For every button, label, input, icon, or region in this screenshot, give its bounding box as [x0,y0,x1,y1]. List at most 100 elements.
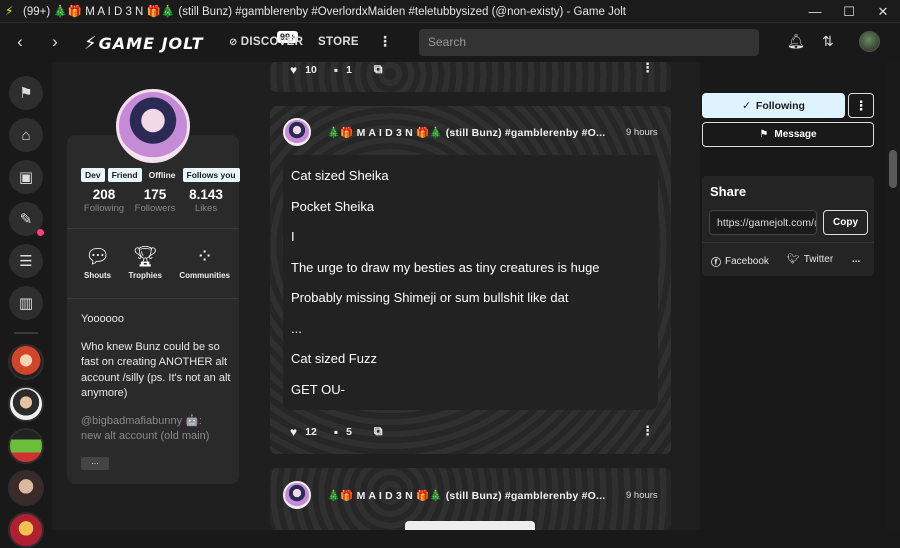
post-2-time[interactable]: 9 hours [626,127,658,138]
post-1-actions: ♥ 10 ▪ 1 ⧉ [290,62,391,77]
community-avatar-1[interactable] [8,344,44,380]
share-icon[interactable]: ⧉ [374,62,383,77]
post-3-author-avatar[interactable] [283,481,311,509]
profile-divider [67,228,239,229]
trophies-button[interactable]: 🏆︎ Trophies [129,244,162,280]
community-avatar-4[interactable] [8,470,44,506]
profile-avatar[interactable] [116,89,190,163]
bio-line-2: Who knew Bunz could be so fast on creati… [81,340,231,400]
copy-button[interactable]: Copy [823,210,868,235]
post-3-time[interactable]: 9 hours [626,490,658,501]
following-label: Following [755,99,805,112]
chat-icon[interactable]: ☰ [9,244,43,278]
share-more-button[interactable]: ... [852,254,860,265]
left-sidebar: ⚑ ⌂ ▣ ✎ ☰ ▥ [0,62,52,548]
communities-button[interactable]: ⁘ Communities [179,244,230,280]
stat-following[interactable]: 208 Following [80,187,128,214]
facebook-icon: ⓕ [711,258,721,269]
activity-icon[interactable]: ⚑ [9,76,43,110]
share-title: Share [710,184,747,199]
trophies-label: Trophies [128,271,162,280]
community-avatar-2[interactable] [8,386,44,422]
shouts-button[interactable]: 💬︎ Shouts [84,244,111,280]
profile-tags: Dev Friend Offline Follows you [81,168,240,182]
community-avatar-3[interactable] [8,428,44,464]
page-scrollbar[interactable] [886,62,900,530]
post-2-header: 🎄🎁 M A I D 3 N 🎁🎄 (still Bunz) #gamblere… [283,118,617,146]
bolt-icon: ⚡ [84,32,97,53]
communities-label: Communities [179,271,230,280]
stat-likes: 8.143 Likes [182,187,230,214]
post-2-line: Cat sized Sheika [291,168,389,183]
backpack-icon[interactable]: ▣ [9,160,43,194]
library-icon[interactable]: ▥ [9,286,43,320]
stat-followers-label: Followers [134,203,176,214]
bio-more-button[interactable]: ... [81,457,109,470]
facebook-label: Facebook [725,256,769,267]
discover-label: DISCOVER [240,36,304,48]
post-2-author-avatar[interactable] [283,118,311,146]
stat-followers[interactable]: 175 Followers [131,187,179,214]
user-avatar[interactable] [859,31,880,52]
stat-followers-count: 175 [143,187,167,202]
store-link[interactable]: STORE [318,36,359,48]
post-3-header: 🎄🎁 M A I D 3 N 🎁🎄 (still Bunz) #gamblere… [283,481,617,509]
profile-actions: 💬︎ Shouts 🏆︎ Trophies ⁘ Communities [84,244,230,280]
follow-more-icon[interactable]: ⋮ [848,93,874,118]
share-icon[interactable]: ⧉ [374,424,383,439]
discover-link[interactable]: ⊘ DISCOVER [229,36,303,48]
post-2-line: Pocket Sheika [291,198,375,214]
post-1-more-icon[interactable]: ⋮ [641,60,654,76]
message-button[interactable]: ⚑ Message [702,122,874,147]
tag-dev: Dev [81,168,105,182]
speech-bubble-icon: 💬︎ [84,246,111,268]
forward-arrow-icon[interactable]: › [45,31,65,53]
bio-mention[interactable]: @bigbadmafiabunny 🤖: [81,414,231,430]
post-2-more-icon[interactable]: ⋮ [641,423,654,439]
communities-icon: ⁘ [196,246,214,268]
shouts-label: Shouts [84,271,112,280]
bio-line-4: new alt account (old main) [81,430,210,442]
message-icon: ⚑ [759,129,769,140]
following-button[interactable]: ✓ Following [702,93,845,118]
minimize-button[interactable]: — [798,0,832,23]
post-2-line: Probably missing Shimeji or sum bullshit… [291,290,569,305]
close-button[interactable]: ✕ [866,0,900,23]
more-menu-icon[interactable]: ⋮ [378,33,392,50]
twitter-share-button[interactable]: 🐦︎ Twitter [787,254,833,265]
post-2-author[interactable]: 🎄🎁 M A I D 3 N 🎁🎄 (still Bunz) #gamblere… [327,126,617,139]
message-label: Message [774,129,817,140]
shop-icon[interactable]: ⌂ [9,118,43,152]
search-input[interactable]: Search [419,29,759,56]
facebook-share-button[interactable]: ⓕ Facebook [711,254,769,269]
back-arrow-icon[interactable]: ‹ [10,31,30,53]
notification-dot [37,229,44,236]
heart-icon[interactable]: ♥ [290,63,297,77]
post-2-line: GET OU- [291,381,345,397]
post-2-line: The urge to draw my besties as tiny crea… [291,259,600,275]
heart-icon[interactable]: ♥ [290,425,297,439]
bio-line-1: Yoooooo [81,313,125,325]
stat-likes-count: 8.143 [189,187,223,202]
post-3-author[interactable]: 🎄🎁 M A I D 3 N 🎁🎄 (still Bunz) #gamblere… [327,489,617,502]
bell-icon[interactable]: 🔔︎ [787,33,805,50]
share-url-input[interactable]: https://gamejolt.com/@non-existy [709,210,817,235]
window-titlebar: ⚡ (99+) 🎄🎁 M A I D 3 N 🎁🎄 (still Bunz) #… [0,0,900,23]
profile-stats: 208 Following 175 Followers 8.143 Likes [80,187,230,214]
post-2-comments: 5 [346,425,352,438]
gamejolt-app-icon: ⚡ [5,4,14,18]
profile-bio: Yoooooo Who knew Bunz could be so fast o… [81,312,231,445]
stat-following-label: Following [83,203,125,214]
profile-divider-2 [67,298,239,299]
tag-friend: Friend [107,168,142,182]
post-1-comments: 1 [346,63,352,76]
discover-icon: ⊘ [229,37,241,48]
post-2-body: Cat sized Sheika Pocket Sheika I The urg… [283,155,658,410]
friends-icon[interactable]: ⇅ [822,33,834,50]
comment-icon[interactable]: ▪ [334,63,338,77]
gamejolt-logo[interactable]: ⚡ GAME JOLT 99+ [84,31,299,53]
scrollbar-thumb[interactable] [889,150,897,188]
community-avatar-5[interactable] [8,512,44,548]
comment-icon[interactable]: ▪ [334,425,338,439]
maximize-button[interactable]: ☐ [832,0,866,23]
